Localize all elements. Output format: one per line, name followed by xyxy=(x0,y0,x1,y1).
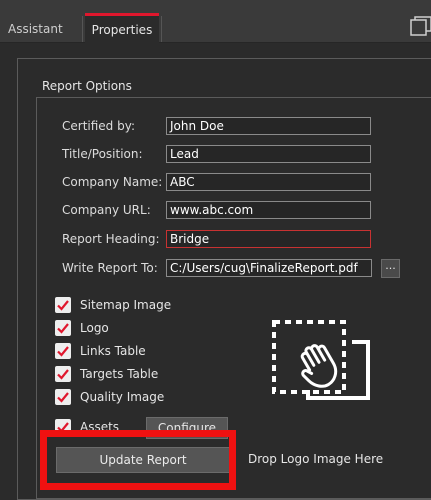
group-title: Report Options xyxy=(42,79,132,93)
company-url-field[interactable]: www.abc.com xyxy=(166,201,371,219)
tab-divider xyxy=(82,16,83,42)
drag-hand-icon[interactable] xyxy=(272,318,376,408)
drop-logo-label: Drop Logo Image Here xyxy=(248,452,384,466)
checkbox-label: Quality Image xyxy=(80,390,165,404)
checkbox-quality-image[interactable]: Quality Image xyxy=(55,387,164,407)
checkbox-links-table[interactable]: Links Table xyxy=(55,341,146,361)
title-position-label: Title/Position: xyxy=(62,147,143,161)
checkbox-label: Targets Table xyxy=(80,367,159,381)
checkbox-label: Sitemap Image xyxy=(80,298,172,312)
report-path-field[interactable]: C:/Users/cug\FinalizeReport.pdf xyxy=(166,259,372,277)
report-heading-label: Report Heading: xyxy=(62,232,160,246)
checkmark-icon xyxy=(55,320,71,336)
checkbox-targets-table[interactable]: Targets Table xyxy=(55,364,158,384)
checkmark-icon xyxy=(55,343,71,359)
company-name-field[interactable]: ABC xyxy=(166,173,371,191)
tab-properties[interactable]: Properties xyxy=(85,13,159,45)
write-report-to-label: Write Report To: xyxy=(62,261,158,275)
checkbox-label: Logo xyxy=(80,321,109,335)
company-url-label: Company URL: xyxy=(62,203,151,217)
tab-divider xyxy=(161,16,162,42)
highlight-annotation xyxy=(40,430,236,490)
report-heading-field[interactable]: Bridge xyxy=(166,230,371,248)
browse-button[interactable]: ... xyxy=(381,259,400,278)
tab-assistant[interactable]: Assistant xyxy=(2,16,69,42)
checkbox-logo[interactable]: Logo xyxy=(55,318,109,338)
certified-by-label: Certified by: xyxy=(62,119,135,133)
checkmark-icon xyxy=(55,297,71,313)
certified-by-field[interactable]: John Doe xyxy=(166,117,371,135)
checkbox-sitemap-image[interactable]: Sitemap Image xyxy=(55,295,171,315)
title-position-field[interactable]: Lead xyxy=(166,145,371,163)
checkmark-icon xyxy=(55,389,71,405)
window-icon[interactable] xyxy=(410,16,431,36)
company-name-label: Company Name: xyxy=(62,175,163,189)
checkbox-label: Links Table xyxy=(80,344,146,358)
checkmark-icon xyxy=(55,366,71,382)
